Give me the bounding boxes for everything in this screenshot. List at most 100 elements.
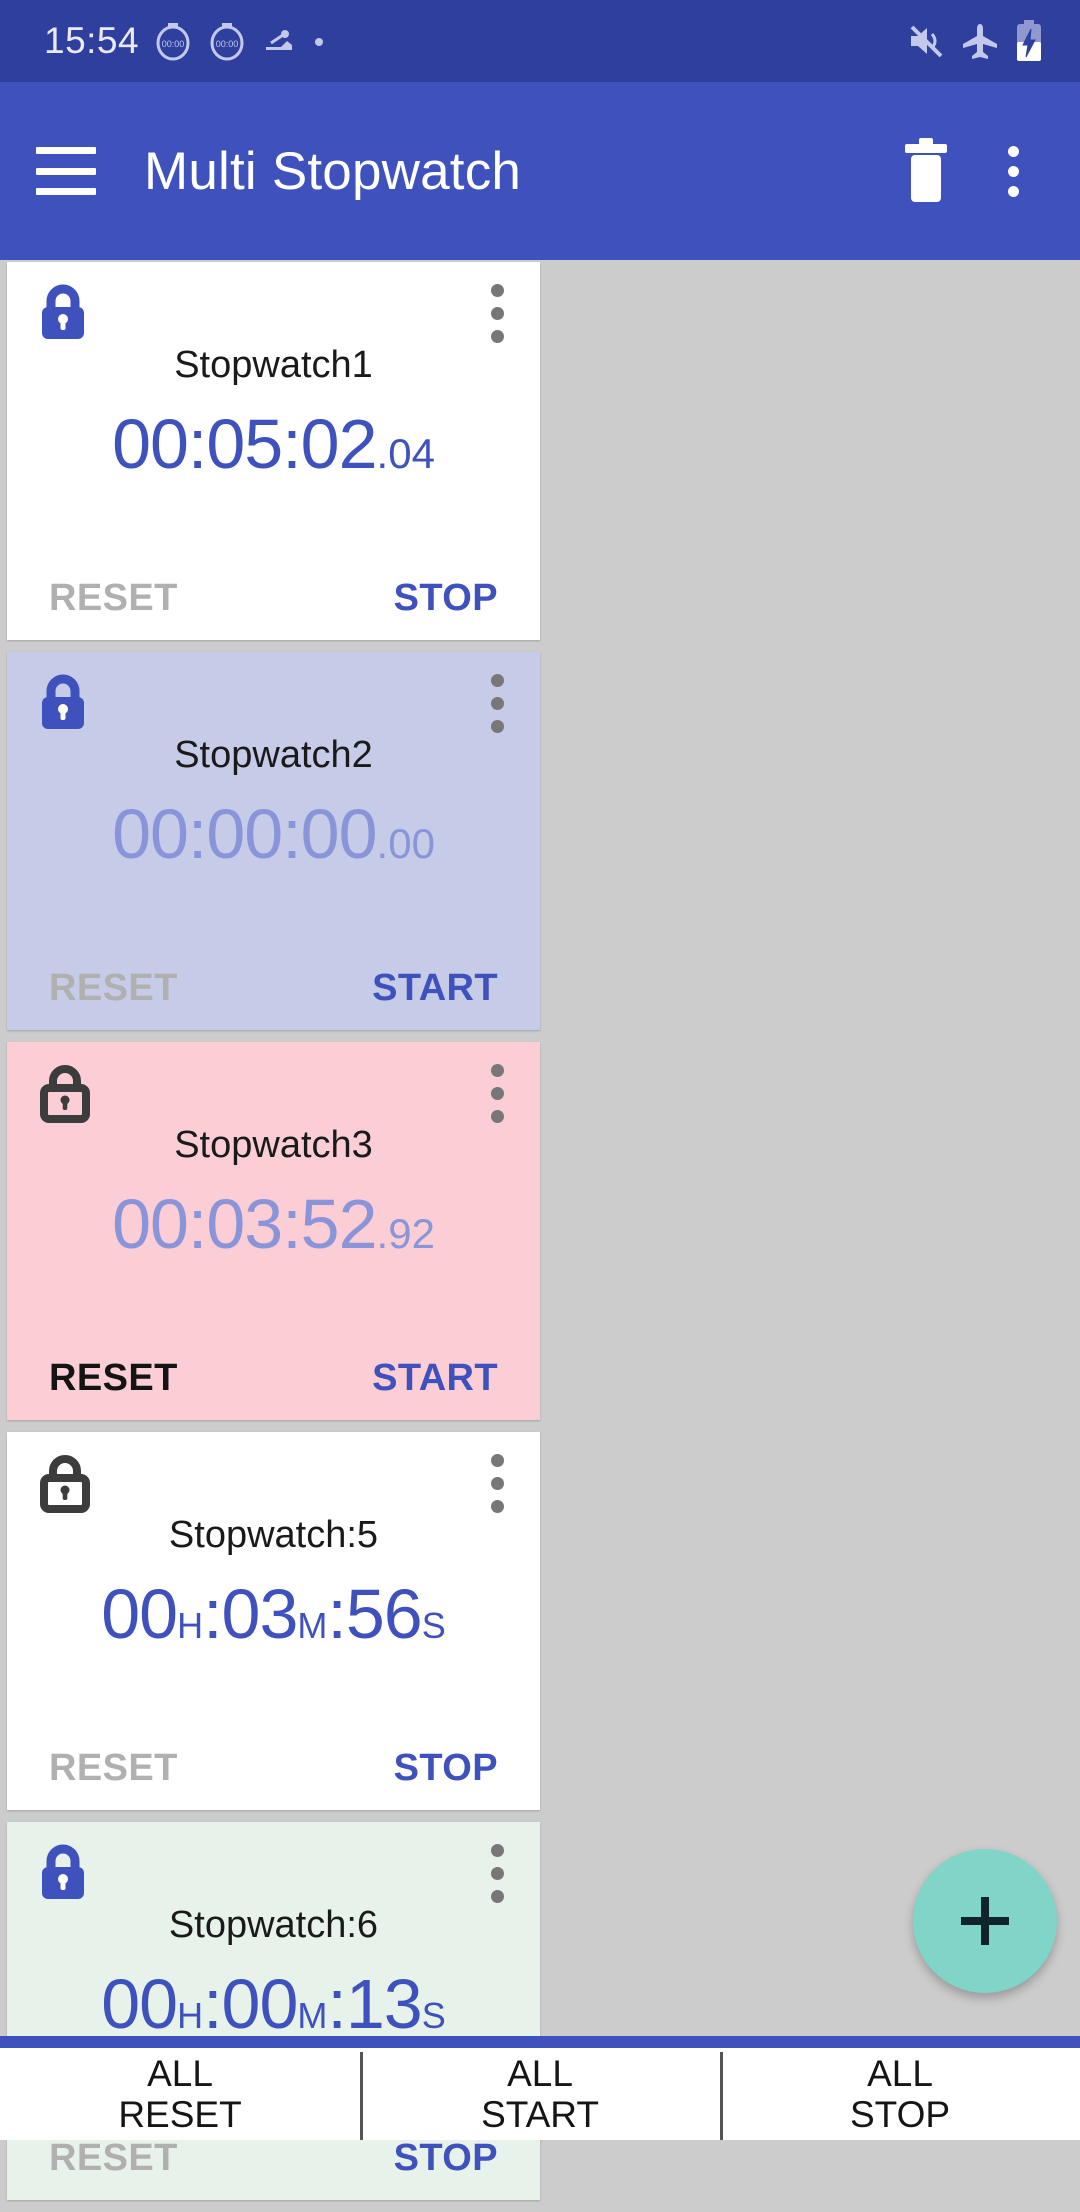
app-notification-icon — [266, 30, 293, 50]
overflow-dot — [491, 307, 504, 320]
stopwatch-card[interactable]: Stopwatch:5 00H:03M:56S RESET STOP — [7, 1432, 540, 1810]
menu-line — [36, 188, 96, 195]
status-bar: 15:54 00:00 00:00 — [0, 0, 1080, 82]
stopwatch-reset-button[interactable]: RESET — [49, 1747, 178, 1790]
menu-line — [36, 147, 96, 154]
time-minutes: 00 — [221, 1965, 299, 2043]
time-hours: 00 — [101, 1575, 178, 1653]
stopwatch-time: 00:05:02.04 — [7, 404, 540, 484]
stopwatch-reset-button[interactable]: RESET — [49, 1357, 178, 1400]
mute-icon — [910, 25, 943, 58]
lock-closed-icon[interactable] — [35, 1842, 91, 1909]
delete-icon[interactable] — [898, 136, 954, 206]
time-seconds-unit: S — [421, 1605, 446, 1646]
stopwatch-reset-button[interactable]: RESET — [49, 577, 178, 620]
stopwatch-card[interactable]: Stopwatch1 00:05:02.04 RESET STOP — [7, 262, 540, 640]
all-stop-button[interactable]: ALL STOP — [720, 2048, 1080, 2140]
overflow-dot — [491, 330, 504, 343]
overflow-menu-icon[interactable] — [988, 136, 1038, 206]
time-seconds: 56 — [345, 1575, 423, 1653]
overflow-dot — [491, 697, 504, 710]
time-seconds-unit: S — [421, 1995, 446, 2036]
stopwatch-actions: RESET STOP — [7, 2137, 540, 2180]
stopwatch-name: Stopwatch:5 — [168, 1514, 379, 1556]
stopwatch-reset-button[interactable]: RESET — [49, 967, 178, 1010]
overflow-dot — [491, 1890, 504, 1903]
time-main: 00:03:52 — [112, 1185, 377, 1263]
all-reset-line1: ALL — [147, 2052, 213, 2094]
all-start-line2: START — [481, 2094, 599, 2135]
stopwatch-name: Stopwatch1 — [174, 344, 373, 386]
lock-open-icon[interactable] — [35, 1062, 93, 1129]
time-fraction: .92 — [376, 1210, 435, 1257]
overflow-dot — [1007, 145, 1019, 157]
stopwatch-toggle-button[interactable]: START — [372, 967, 498, 1010]
overflow-dot — [491, 1087, 504, 1100]
time-sep: : — [327, 1575, 346, 1653]
stopwatch-actions: RESET START — [7, 967, 540, 1010]
overflow-dot — [491, 284, 504, 297]
app-bar: Multi Stopwatch — [0, 82, 1080, 260]
stopwatch-actions: RESET STOP — [7, 1747, 540, 1790]
status-bar-right — [906, 20, 1080, 62]
lock-open-icon[interactable] — [35, 1452, 93, 1519]
time-fraction: .04 — [376, 430, 435, 477]
time-minutes-unit: M — [297, 1995, 328, 2036]
overflow-dot — [491, 1477, 504, 1490]
bottom-bar: ALL RESET ALL START ALL STOP — [0, 2048, 1080, 2140]
lock-closed-icon[interactable] — [35, 282, 91, 349]
add-stopwatch-fab[interactable] — [913, 1849, 1057, 1993]
page-title: Multi Stopwatch — [144, 141, 522, 201]
stopwatch-notification-icon: 00:00 — [156, 23, 190, 61]
stopwatch-time: 00:03:52.92 — [7, 1184, 540, 1264]
status-bar-left: 15:54 00:00 00:00 — [0, 20, 327, 62]
app-bar-actions — [898, 136, 1080, 206]
all-reset-line2: RESET — [118, 2094, 242, 2135]
time-minutes-unit: M — [297, 1605, 328, 1646]
stopwatch-toggle-button[interactable]: STOP — [394, 1747, 498, 1790]
stopwatch-name: Stopwatch:6 — [168, 1904, 379, 1946]
time-seconds: 13 — [345, 1965, 423, 2043]
time-main: 00:00:00 — [112, 795, 377, 873]
stopwatch-name: Stopwatch3 — [174, 1124, 373, 1166]
time-hours-unit: H — [177, 1605, 204, 1646]
time-sep: : — [203, 1575, 222, 1653]
status-clock: 15:54 — [44, 20, 140, 61]
svg-text:00:00: 00:00 — [216, 39, 239, 49]
stopwatch-card[interactable]: Stopwatch3 00:03:52.92 RESET START — [7, 1042, 540, 1420]
all-start-line1: ALL — [507, 2052, 573, 2094]
card-overflow-menu-icon[interactable] — [491, 1064, 504, 1123]
card-overflow-menu-icon[interactable] — [491, 674, 504, 733]
stopwatch-card[interactable]: Stopwatch:6 00H:00M:13S RESET STOP — [7, 1822, 540, 2200]
stopwatch-card[interactable]: Stopwatch2 00:00:00.00 RESET START — [7, 652, 540, 1030]
svg-text:00:00: 00:00 — [162, 39, 185, 49]
stopwatch-toggle-button[interactable]: STOP — [394, 577, 498, 620]
card-overflow-menu-icon[interactable] — [491, 1844, 504, 1903]
time-fraction: .00 — [376, 820, 435, 867]
airplane-mode-icon — [963, 24, 997, 59]
all-stop-line1: ALL — [867, 2052, 933, 2094]
overflow-dot — [491, 1454, 504, 1467]
card-overflow-menu-icon[interactable] — [491, 1454, 504, 1513]
time-minutes: 03 — [221, 1575, 299, 1653]
overflow-dot — [491, 1500, 504, 1513]
hamburger-menu-icon[interactable] — [36, 147, 96, 195]
card-overflow-menu-icon[interactable] — [491, 284, 504, 343]
stopwatch-actions: RESET STOP — [7, 577, 540, 620]
stopwatch-time: 00H:03M:56S — [7, 1574, 540, 1654]
stopwatch-time: 00H:00M:13S — [7, 1964, 540, 2044]
stopwatch-reset-button[interactable]: RESET — [49, 2137, 178, 2180]
time-hours: 00 — [101, 1965, 178, 2043]
all-start-button[interactable]: ALL START — [360, 2048, 720, 2140]
lock-closed-icon[interactable] — [35, 672, 91, 739]
time-sep: : — [327, 1965, 346, 2043]
time-sep: : — [203, 1965, 222, 2043]
stopwatch-toggle-button[interactable]: START — [372, 1357, 498, 1400]
overflow-dot — [491, 720, 504, 733]
all-stop-line2: STOP — [849, 2094, 951, 2135]
all-reset-button[interactable]: ALL RESET — [0, 2048, 360, 2140]
bottom-bar-divider — [0, 2036, 1080, 2048]
stopwatch-toggle-button[interactable]: STOP — [394, 2137, 498, 2180]
overflow-dot — [491, 1064, 504, 1077]
plus-icon — [981, 1897, 989, 1945]
